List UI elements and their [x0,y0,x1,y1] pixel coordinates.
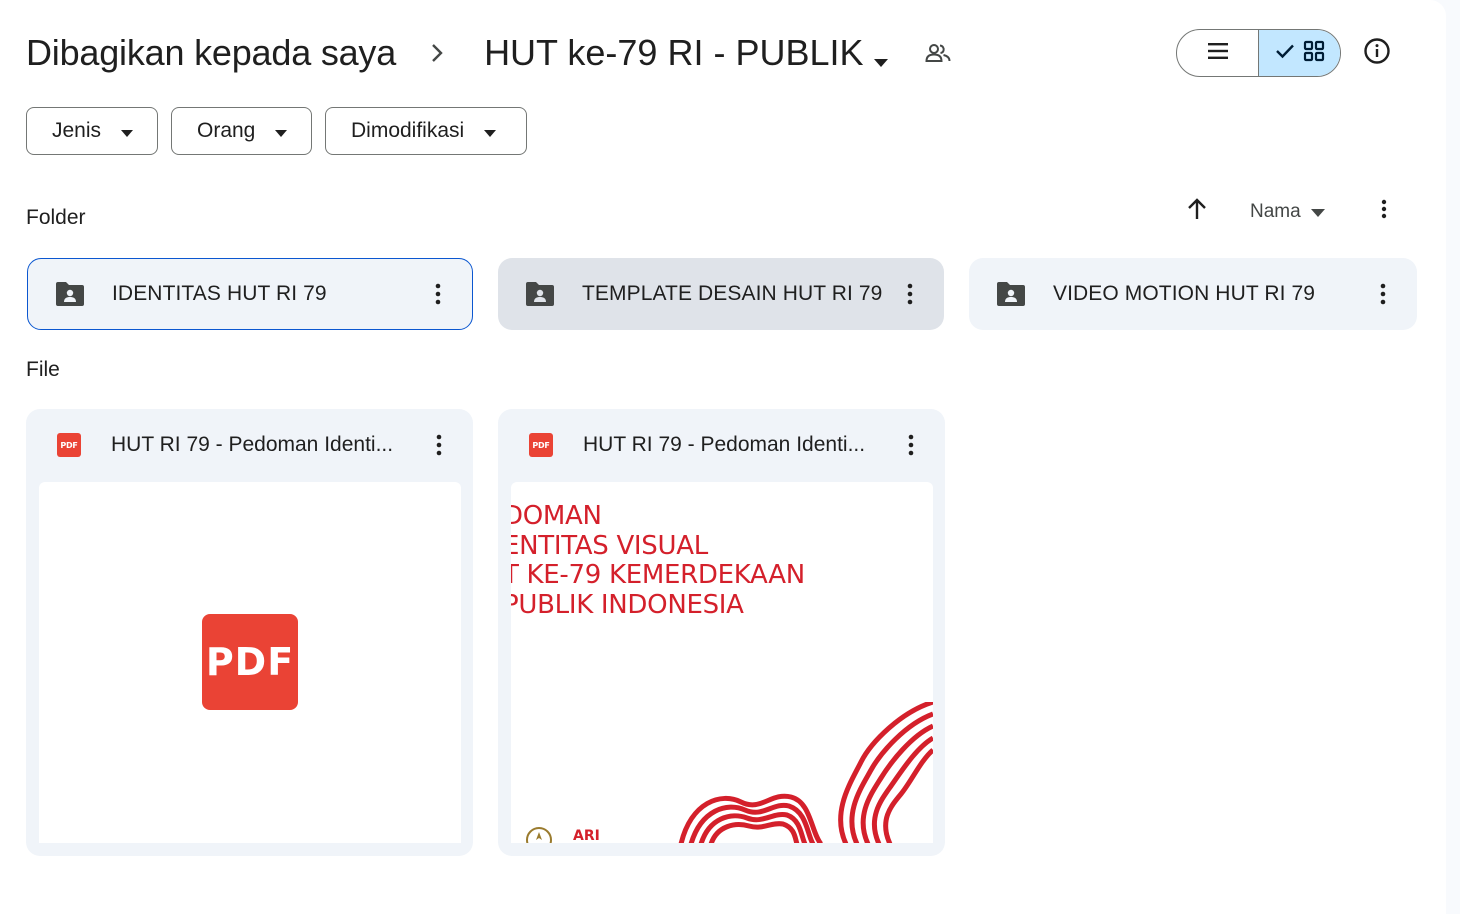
file-card[interactable]: PDF HUT RI 79 - Pedoman Identi... DOMAN … [498,409,945,856]
arrow-up-icon [1187,197,1207,225]
folder-name: IDENTITAS HUT RI 79 [112,282,327,305]
caret-down-icon [275,119,288,143]
grid-view-button[interactable] [1259,30,1340,76]
file-card[interactable]: PDF HUT RI 79 - Pedoman Identi... PDF [26,409,473,856]
list-view-button[interactable] [1177,30,1259,76]
file-section-label: File [26,358,60,381]
shared-folder-icon [995,280,1027,308]
breadcrumb-current-folder[interactable]: HUT ke-79 RI - PUBLIK [478,28,893,78]
current-folder-name: HUT ke-79 RI - PUBLIK [484,32,864,73]
folder-card[interactable]: VIDEO MOTION HUT RI 79 [969,258,1417,330]
shared-folder-icon [54,280,86,308]
sort-direction-button[interactable] [1183,197,1211,225]
more-vert-icon[interactable] [1371,279,1395,309]
chevron-right-icon [426,42,448,64]
filter-label: Orang [197,119,256,142]
cover-line: DOMAN [511,501,602,531]
file-card-header: PDF HUT RI 79 - Pedoman Identi... [498,409,945,481]
more-vert-icon[interactable] [898,279,922,309]
file-card-header: PDF HUT RI 79 - Pedoman Identi... [26,409,473,481]
folder-card[interactable]: TEMPLATE DESAIN HUT RI 79 [498,258,944,330]
wave-ribbon-graphic [678,702,933,843]
filter-label: Dimodifikasi [351,119,465,142]
file-thumbnail: DOMAN ENTITAS VISUAL T KE-79 KEMERDEKAAN… [511,482,933,843]
filter-label: Jenis [52,119,102,142]
folder-name: VIDEO MOTION HUT RI 79 [1053,282,1316,305]
file-name: HUT RI 79 - Pedoman Identi... [583,433,866,456]
breadcrumb: Dibagikan kepada saya HUT ke-79 RI - PUB… [26,28,952,78]
caret-down-icon [121,119,134,143]
more-vert-icon[interactable] [427,430,451,460]
cover-line: PUBLIK INDONESIA [511,589,744,620]
more-vert-icon [1381,199,1387,224]
breadcrumb-root[interactable]: Dibagikan kepada saya [26,32,396,74]
filter-modified-chip[interactable]: Dimodifikasi [325,107,527,155]
folder-section-label: Folder [26,206,86,229]
pdf-file-icon: PDF [57,433,81,457]
list-view-icon [1207,42,1229,65]
cover-line: ENTITAS VISUAL [511,530,708,561]
sort-field-button[interactable]: Nama [1250,198,1325,226]
pdf-placeholder-icon: PDF [202,614,298,710]
info-button[interactable] [1359,35,1395,71]
shared-people-icon[interactable] [924,39,952,67]
document-cover-title: DOMAN ENTITAS VISUAL T KE-79 KEMERDEKAAN… [511,501,805,620]
shared-folder-icon [524,280,556,308]
folder-name: TEMPLATE DESAIN HUT RI 79 [582,282,883,305]
info-icon [1363,37,1391,70]
more-options-button[interactable] [1370,196,1398,226]
more-vert-icon[interactable] [426,279,450,309]
document-logo: ARI [573,828,600,843]
filter-chips: Jenis Orang Dimodifikasi [26,107,527,155]
caret-down-icon [873,34,888,76]
check-icon [1275,43,1295,64]
filter-type-chip[interactable]: Jenis [26,107,158,155]
folder-card[interactable]: IDENTITAS HUT RI 79 [27,258,473,330]
caret-down-icon [484,119,497,143]
file-thumbnail: PDF [39,482,461,843]
sort-field-label: Nama [1250,201,1301,222]
cover-line: T KE-79 KEMERDEKAAN [511,560,805,590]
grid-view-icon [1303,40,1325,67]
pdf-file-icon: PDF [529,433,553,457]
drive-content-area: Dibagikan kepada saya HUT ke-79 RI - PUB… [0,0,1446,914]
file-name: HUT RI 79 - Pedoman Identi... [111,433,394,456]
caret-down-icon [1310,201,1325,223]
filter-people-chip[interactable]: Orang [171,107,312,155]
garuda-emblem-icon [526,827,552,843]
view-toggle [1176,29,1341,77]
more-vert-icon[interactable] [899,430,923,460]
